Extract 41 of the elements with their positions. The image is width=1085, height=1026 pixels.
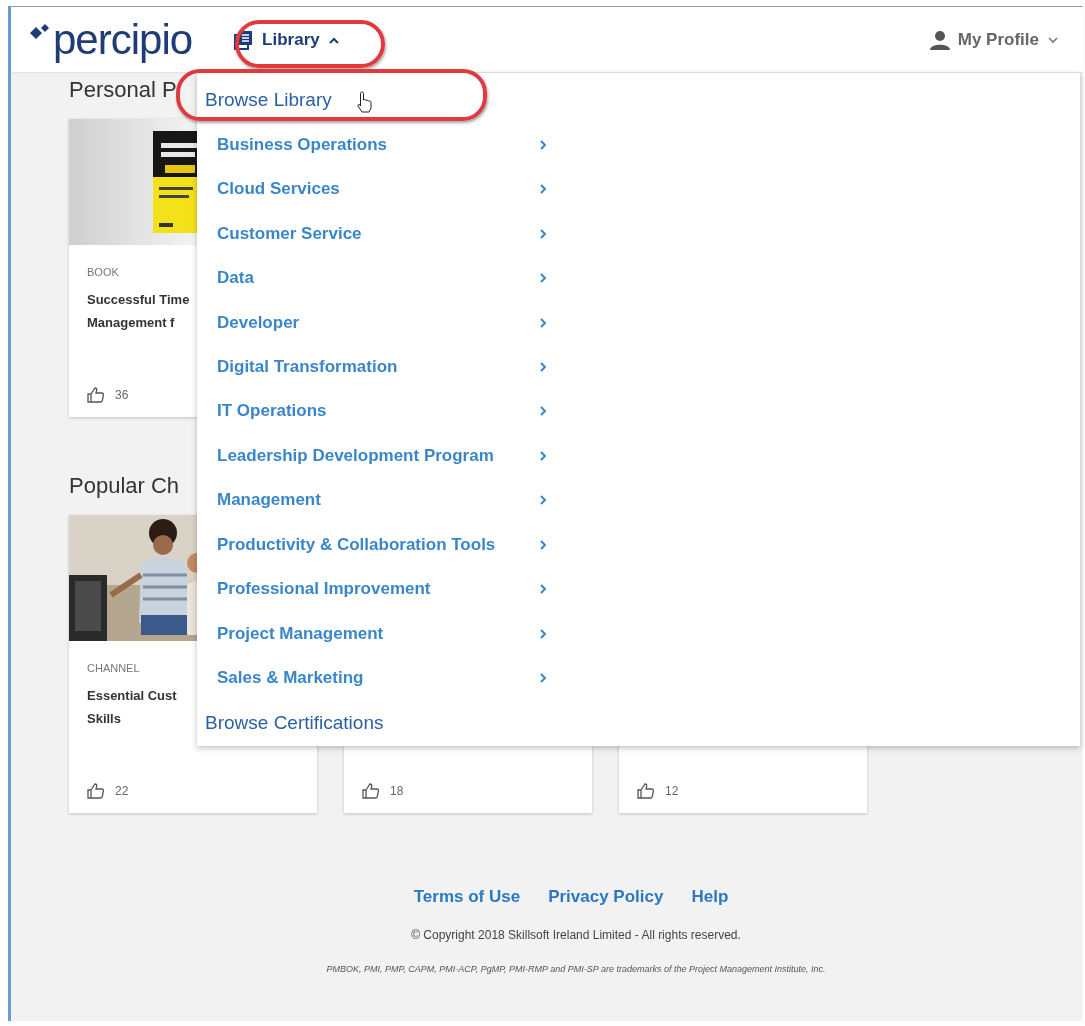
chevron-icon — [539, 583, 547, 596]
caret-icon — [327, 35, 340, 44]
thumbs-up-icon[interactable] — [87, 387, 105, 403]
chevron-icon — [539, 361, 547, 374]
menu-item[interactable]: Leadership Development Program — [197, 433, 547, 479]
like-count: 36 — [115, 388, 129, 402]
chevron-icon — [539, 627, 547, 640]
chevron-icon — [539, 138, 547, 151]
user-icon — [929, 29, 950, 50]
chevron-icon — [539, 672, 547, 685]
thumbs-up-icon[interactable] — [362, 783, 380, 799]
logo-text: percipio — [53, 15, 193, 64]
chevron-icon — [539, 316, 547, 329]
profile-menu-button[interactable]: My Profile — [923, 28, 1065, 51]
content-type: CHANNEL — [87, 662, 140, 674]
chevron-icon — [539, 405, 547, 418]
thumbs-up-icon[interactable] — [87, 783, 105, 799]
card-title: Essential Cust Skills — [87, 687, 178, 728]
caret-icon — [1047, 35, 1059, 44]
library-icon — [234, 29, 255, 50]
like-count: 22 — [115, 784, 129, 798]
card-title: Successful Time Management f — [87, 291, 191, 332]
chevron-icon — [539, 494, 547, 507]
footer-link[interactable]: Terms of Use — [413, 887, 521, 907]
footer-link[interactable]: Privacy Policy — [548, 887, 664, 907]
chevron-icon — [539, 538, 547, 551]
chevron-icon — [539, 227, 547, 240]
section-title: Popular Ch — [69, 473, 180, 500]
like-count: 18 — [390, 784, 404, 798]
copyright-text: © Copyright 2018 Skillsoft Ireland Limited - All rights reserved. — [411, 928, 741, 942]
section-title: Personal P — [69, 77, 177, 104]
content-type: BOOK — [87, 266, 119, 278]
hand-cursor-icon — [357, 91, 373, 113]
chevron-icon — [539, 183, 547, 196]
chevron-icon — [539, 449, 547, 462]
library-menu-button[interactable]: Library — [228, 25, 346, 54]
footer-link[interactable]: Help — [691, 887, 729, 907]
trademark-text: PMBOK, PMI, PMP, CAPM, PMI-ACP, PgMP, PMI-RMP and PMI-SP are trademarks of the Project Management Institute, Inc. — [326, 964, 826, 974]
thumbs-up-icon[interactable] — [637, 783, 655, 799]
chevron-icon — [539, 272, 547, 285]
like-count: 12 — [665, 784, 679, 798]
